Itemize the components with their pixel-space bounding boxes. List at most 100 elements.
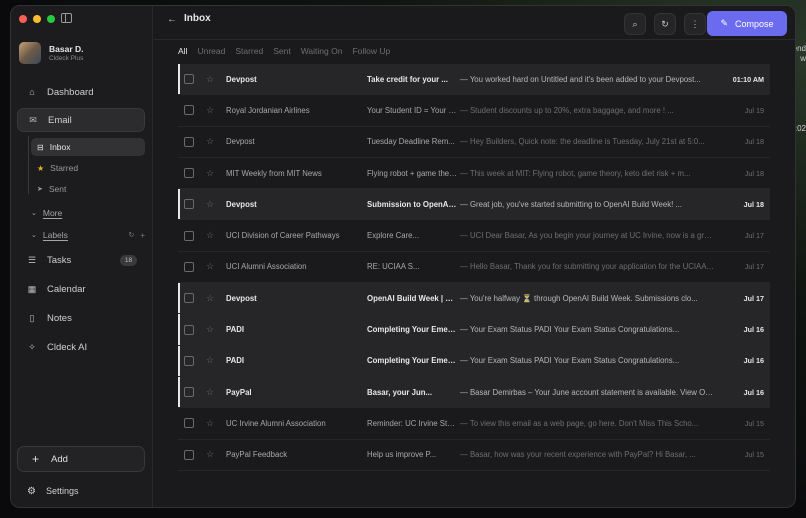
chevron-down-icon: ⌄ bbox=[31, 210, 37, 217]
close-window-button[interactable] bbox=[19, 15, 27, 23]
profile-plan: Cldeck Plus bbox=[49, 55, 84, 62]
sidebar-item-email[interactable]: ✉ Email bbox=[17, 108, 145, 132]
email-row[interactable]: ☆ UCI Alumni Association RE: UCIAA S... — H… bbox=[178, 252, 770, 284]
star-icon[interactable]: ☆ bbox=[206, 261, 214, 272]
sidebar-item-dashboard[interactable]: ⌂ Dashboard bbox=[17, 80, 145, 104]
sidebar-item-calendar[interactable]: ▦ Calendar bbox=[17, 277, 145, 301]
star-icon[interactable]: ☆ bbox=[206, 230, 214, 241]
star-icon[interactable]: ☆ bbox=[206, 355, 214, 366]
email-row[interactable]: ☆ Devpost Submission to OpenAI Bu...— Grea… bbox=[178, 189, 770, 221]
email-checkbox[interactable] bbox=[184, 136, 194, 147]
email-row[interactable]: ☆ Devpost OpenAI Build Week | Hal... — You'… bbox=[178, 283, 770, 315]
sidebar-item-inbox[interactable]: ⊟ Inbox bbox=[31, 138, 145, 156]
sidebar-item-tasks[interactable]: ☰ Tasks 18 bbox=[17, 248, 145, 272]
sidebar-item-settings[interactable]: ⚙ Settings bbox=[17, 480, 145, 502]
email-checkbox[interactable] bbox=[184, 105, 194, 116]
email-sender: Devpost bbox=[226, 199, 257, 209]
tab-waiting-on[interactable]: Waiting On bbox=[301, 46, 343, 56]
pencil-icon: ✎ bbox=[720, 18, 728, 28]
email-checkbox[interactable] bbox=[184, 261, 194, 272]
email-snippet: — Your Exam Status PADI Your Exam Status… bbox=[460, 356, 680, 366]
notes-icon: ▯ bbox=[29, 312, 35, 323]
plus-icon[interactable]: + bbox=[140, 231, 145, 240]
sidebar-item-notes[interactable]: ▯ Notes bbox=[17, 306, 145, 330]
star-icon[interactable]: ☆ bbox=[206, 168, 214, 179]
gear-icon: ⚙ bbox=[27, 485, 36, 497]
add-button[interactable]: + Add bbox=[17, 446, 145, 472]
email-checkbox[interactable] bbox=[184, 387, 194, 398]
email-snippet: — Student discounts up to 20%, extra bag… bbox=[460, 105, 674, 115]
email-row[interactable]: ☆ PADI Completing Your Emergency ...— Your… bbox=[178, 314, 770, 346]
star-icon[interactable]: ☆ bbox=[206, 74, 214, 85]
email-row[interactable]: ☆ MIT Weekly from MIT News Flying robot + … bbox=[178, 158, 770, 190]
email-row[interactable]: ☆ Devpost Tuesday Deadline Rem... — Hey Bui… bbox=[178, 127, 770, 158]
email-sender: PADI bbox=[226, 325, 245, 335]
star-icon[interactable]: ☆ bbox=[206, 105, 214, 116]
email-row[interactable]: ☆ UC Irvine Alumni Association Reminder: U… bbox=[178, 408, 770, 440]
sidebar-item-starred[interactable]: ★ Starred bbox=[31, 159, 145, 177]
email-snippet: — This week at MIT: Flying robot, game t… bbox=[460, 168, 691, 178]
star-icon[interactable]: ☆ bbox=[206, 449, 214, 460]
email-date: Jul 16 bbox=[743, 387, 764, 397]
search-button[interactable]: ⌕ bbox=[624, 13, 646, 35]
email-row[interactable]: ☆ PayPal Feedback Help us improve P... — Ba… bbox=[178, 440, 770, 471]
email-checkbox[interactable] bbox=[184, 324, 194, 335]
email-checkbox[interactable] bbox=[184, 199, 194, 210]
inbox-icon: ⊟ bbox=[37, 142, 44, 152]
email-sender: UC Irvine Alumni Association bbox=[226, 418, 326, 428]
calendar-icon: ▦ bbox=[27, 283, 37, 294]
email-row[interactable]: ☆ PayPal Basar, your Jun... — Basar Demirba… bbox=[178, 376, 770, 409]
sidebar-item-label: Sent bbox=[48, 184, 67, 194]
star-icon[interactable]: ☆ bbox=[206, 324, 214, 335]
minimize-window-button[interactable] bbox=[33, 15, 41, 23]
star-icon[interactable]: ☆ bbox=[206, 387, 214, 398]
star-icon[interactable]: ☆ bbox=[206, 418, 214, 429]
tab-all[interactable]: All bbox=[178, 46, 187, 56]
sidebar-toggle-icon[interactable] bbox=[61, 13, 72, 23]
more-options-button[interactable]: ⋮ bbox=[684, 13, 706, 35]
star-icon[interactable]: ☆ bbox=[206, 293, 214, 304]
mail-icon: ✉ bbox=[29, 114, 37, 125]
email-checkbox[interactable] bbox=[184, 168, 194, 179]
email-checkbox[interactable] bbox=[184, 230, 194, 241]
sidebar-item-ai[interactable]: ✧ Cldeck AI bbox=[17, 335, 145, 359]
email-date: Jul 17 bbox=[744, 262, 764, 272]
email-sender: MIT Weekly from MIT News bbox=[226, 168, 322, 178]
email-snippet: — You worked hard on Untitled and it's b… bbox=[460, 74, 701, 84]
star-icon[interactable]: ☆ bbox=[206, 199, 214, 210]
sidebar: Basar D. Cldeck Plus ⌂ Dashboard ✉ Email… bbox=[11, 6, 153, 507]
sidebar-item-labels[interactable]: ⌄ Labels ↻ + bbox=[31, 230, 145, 240]
tab-unread[interactable]: Unread bbox=[197, 46, 225, 56]
email-date: Jul 17 bbox=[744, 231, 764, 241]
tab-starred[interactable]: Starred bbox=[235, 46, 263, 56]
sidebar-item-label: Calendar bbox=[47, 283, 86, 295]
email-snippet: — Your Exam Status PADI Your Exam Status… bbox=[460, 325, 680, 335]
sidebar-item-sent[interactable]: ➤ Sent bbox=[31, 180, 145, 198]
star-icon[interactable]: ☆ bbox=[206, 136, 214, 147]
email-row[interactable]: ☆ Royal Jordanian Airlines Your Student ID… bbox=[178, 95, 770, 127]
compose-button[interactable]: ✎ Compose bbox=[707, 11, 787, 36]
email-checkbox[interactable] bbox=[184, 293, 194, 304]
refresh-button[interactable]: ↻ bbox=[654, 13, 676, 35]
sidebar-item-more[interactable]: ⌄ More bbox=[31, 208, 62, 218]
email-row[interactable]: ☆ UCI Division of Career Pathways Explore … bbox=[178, 220, 770, 252]
tab-follow-up[interactable]: Follow Up bbox=[352, 46, 390, 56]
refresh-icon: ↻ bbox=[661, 18, 669, 29]
background-text: w bbox=[800, 54, 806, 63]
email-sender: UCI Alumni Association bbox=[226, 262, 307, 272]
email-checkbox[interactable] bbox=[184, 449, 194, 460]
profile[interactable]: Basar D. Cldeck Plus bbox=[19, 42, 84, 64]
email-row[interactable]: ☆ Devpost Take credit for your ... — You wo… bbox=[178, 64, 770, 96]
maximize-window-button[interactable] bbox=[47, 15, 55, 23]
email-checkbox[interactable] bbox=[184, 418, 194, 429]
email-row[interactable]: ☆ PADI Completing Your Emergency ...— Your… bbox=[178, 345, 770, 377]
refresh-icon[interactable]: ↻ bbox=[128, 231, 134, 239]
email-sender: Devpost bbox=[226, 137, 255, 147]
email-checkbox[interactable] bbox=[184, 74, 194, 85]
back-arrow-icon[interactable]: ← bbox=[167, 14, 177, 25]
email-checkbox[interactable] bbox=[184, 355, 194, 366]
sidebar-item-label: Settings bbox=[45, 486, 79, 496]
profile-name: Basar D. bbox=[49, 44, 84, 54]
email-subject: Completing Your Emergency ... bbox=[367, 356, 457, 366]
tab-sent[interactable]: Sent bbox=[273, 46, 291, 56]
